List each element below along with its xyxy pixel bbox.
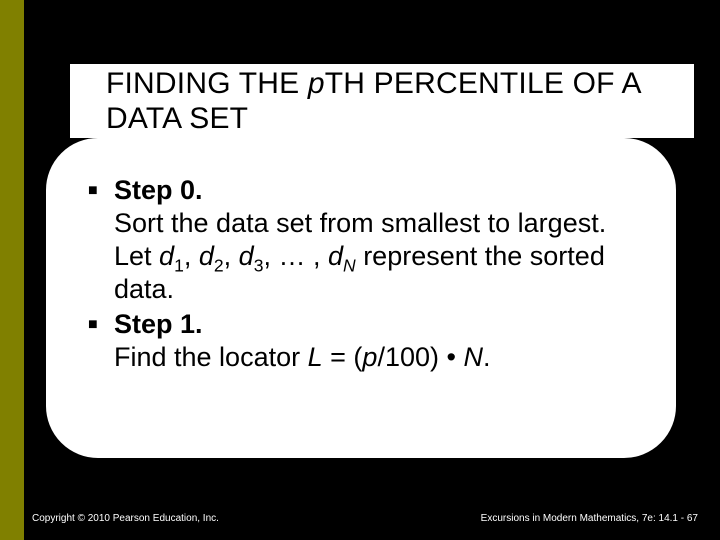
- page-ref-text: Excursions in Modern Mathematics, 7e: 14…: [481, 513, 698, 524]
- left-sidebar-stripe: [0, 0, 24, 540]
- content-area: ■ Step 0. Sort the data set from smalles…: [42, 134, 680, 462]
- step-text: Find the locator L = (p/100) • N.: [114, 342, 490, 372]
- list-item: ■ Step 0. Sort the data set from smalles…: [86, 174, 640, 306]
- title-pre: FINDING THE: [106, 67, 308, 100]
- content-box-wrap: ■ Step 0. Sort the data set from smalles…: [42, 134, 680, 462]
- footer: Copyright © 2010 Pearson Education, Inc.…: [32, 513, 698, 524]
- title-italic: p: [308, 67, 325, 100]
- bullet-icon: ■: [86, 308, 114, 374]
- step-label: Step 1.: [114, 309, 203, 339]
- slide-title: FINDING THE pTH PERCENTILE OF A DATA SET: [70, 64, 694, 139]
- step-label: Step 0.: [114, 175, 203, 205]
- step-text: Sort the data set from smallest to large…: [114, 208, 606, 304]
- bullet-icon: ■: [86, 174, 114, 306]
- slide: FINDING THE pTH PERCENTILE OF A DATA SET…: [0, 0, 720, 540]
- copyright-text: Copyright © 2010 Pearson Education, Inc.: [32, 513, 219, 524]
- list-item: ■ Step 1. Find the locator L = (p/100) •…: [86, 308, 640, 374]
- step-body: Step 1. Find the locator L = (p/100) • N…: [114, 308, 640, 374]
- step-body: Step 0. Sort the data set from smallest …: [114, 174, 640, 306]
- title-bar: FINDING THE pTH PERCENTILE OF A DATA SET: [70, 60, 694, 142]
